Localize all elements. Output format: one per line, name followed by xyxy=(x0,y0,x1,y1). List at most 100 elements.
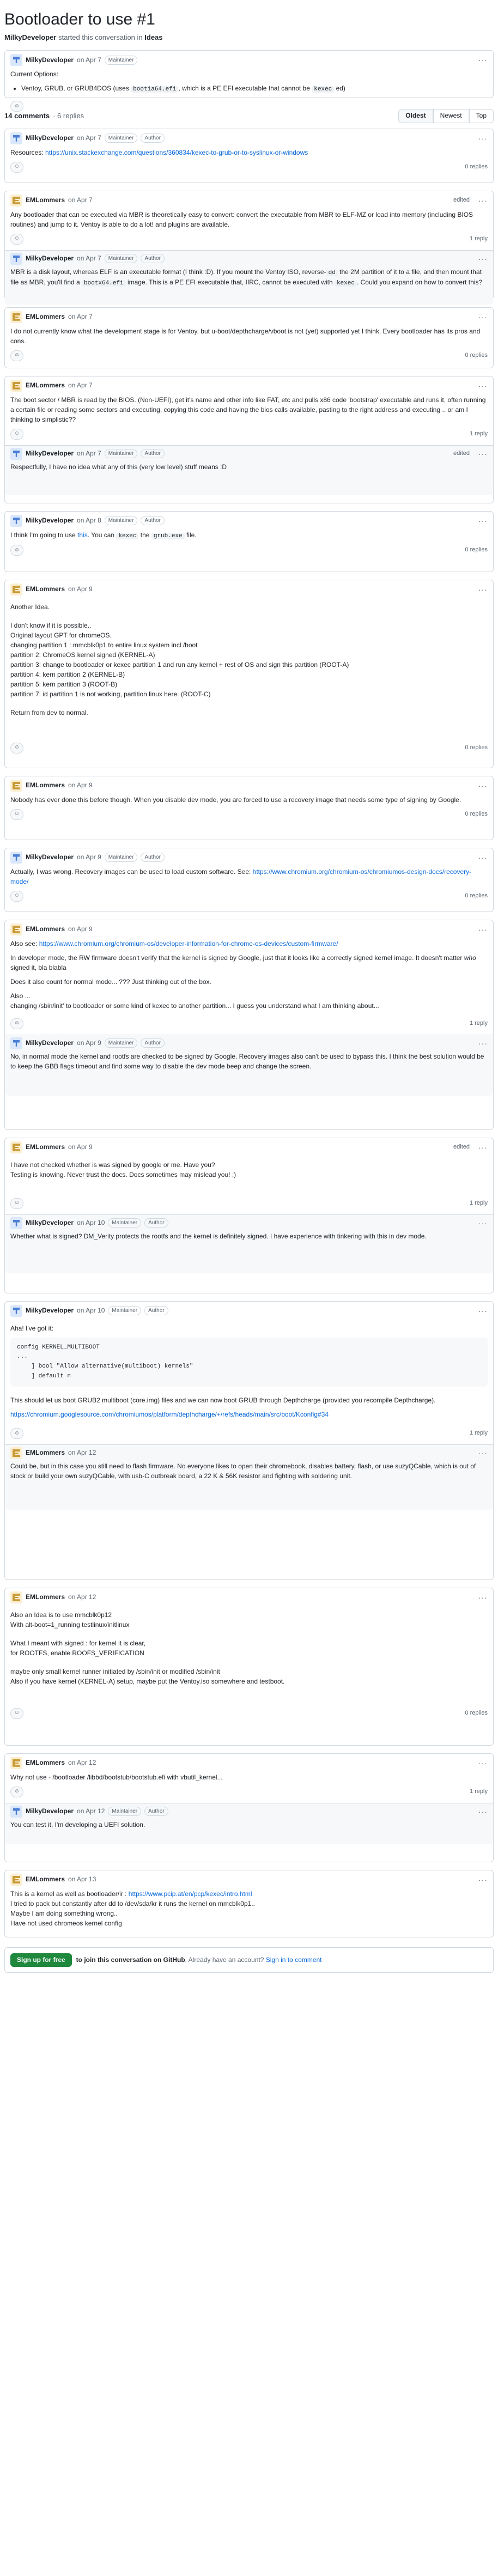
edited-indicator[interactable]: edited xyxy=(453,1143,470,1152)
add-reaction-icon[interactable]: ☺ xyxy=(10,545,23,556)
avatar[interactable] xyxy=(10,1447,22,1460)
avatar[interactable] xyxy=(10,132,22,144)
more-options-icon[interactable]: ··· xyxy=(478,253,488,264)
avatar[interactable] xyxy=(10,1304,22,1317)
comment-date[interactable]: on Apr 7 xyxy=(77,254,101,263)
replies-count[interactable]: 1 reply xyxy=(470,1429,488,1438)
comment-author[interactable]: MilkyDeveloper xyxy=(26,449,74,458)
comment-date[interactable]: on Apr 9 xyxy=(77,853,101,862)
comment-author[interactable]: EMLommers xyxy=(26,196,65,205)
replies-count[interactable]: 0 replies xyxy=(465,546,488,555)
avatar[interactable] xyxy=(10,311,22,323)
avatar[interactable] xyxy=(10,1591,22,1603)
avatar[interactable] xyxy=(10,379,22,392)
sign-up-button[interactable]: Sign up for free xyxy=(10,1953,72,1967)
replies-count[interactable]: 0 replies xyxy=(465,744,488,752)
comment-date[interactable]: on Apr 7 xyxy=(68,381,93,390)
more-options-icon[interactable]: ··· xyxy=(478,1758,488,1769)
more-options-icon[interactable]: ··· xyxy=(478,515,488,526)
avatar[interactable] xyxy=(10,583,22,596)
comment-author[interactable]: MilkyDeveloper xyxy=(26,1218,74,1228)
edited-indicator[interactable]: edited xyxy=(453,449,470,458)
more-options-icon[interactable]: ··· xyxy=(478,312,488,323)
avatar[interactable] xyxy=(10,779,22,792)
add-reaction-icon[interactable]: ☺ xyxy=(10,1428,23,1439)
more-options-icon[interactable]: ··· xyxy=(478,584,488,595)
comment-date[interactable]: on Apr 9 xyxy=(68,925,93,934)
more-options-icon[interactable]: ··· xyxy=(478,54,488,65)
comment-date[interactable]: on Apr 10 xyxy=(77,1218,105,1228)
comment-date[interactable]: on Apr 7 xyxy=(77,449,101,458)
comment-author[interactable]: EMLommers xyxy=(26,381,65,390)
comment-date[interactable]: on Apr 7 xyxy=(68,312,93,321)
more-options-icon[interactable]: ··· xyxy=(478,1038,488,1049)
sign-in-link[interactable]: Sign in to comment xyxy=(266,1956,322,1964)
comment-date[interactable]: on Apr 7 xyxy=(77,133,101,143)
comment-date[interactable]: on Apr 13 xyxy=(68,1875,96,1884)
comment-author[interactable]: EMLommers xyxy=(26,1448,65,1457)
more-options-icon[interactable]: ··· xyxy=(478,1218,488,1229)
comment-date[interactable]: on Apr 7 xyxy=(68,196,93,205)
comment-author[interactable]: MilkyDeveloper xyxy=(26,1807,74,1816)
kconfig-link[interactable]: https://chromium.googlesource.com/chromi… xyxy=(10,1411,329,1418)
comment-author[interactable]: MilkyDeveloper xyxy=(26,56,74,65)
comment-date[interactable]: on Apr 9 xyxy=(68,781,93,790)
replies-count[interactable]: 0 replies xyxy=(465,351,488,360)
add-reaction-icon[interactable]: ☺ xyxy=(10,350,23,361)
more-options-icon[interactable]: ··· xyxy=(478,1448,488,1459)
avatar[interactable] xyxy=(10,1805,22,1818)
avatar[interactable] xyxy=(10,923,22,935)
add-reaction-icon[interactable]: ☺ xyxy=(10,1708,23,1719)
more-options-icon[interactable]: ··· xyxy=(478,1305,488,1316)
avatar[interactable] xyxy=(10,1873,22,1886)
add-reaction-icon[interactable]: ☺ xyxy=(10,1198,23,1209)
comment-date[interactable]: on Apr 9 xyxy=(68,1143,93,1152)
comment-date[interactable]: on Apr 12 xyxy=(68,1593,96,1602)
add-reaction-icon[interactable]: ☺ xyxy=(10,742,23,754)
avatar[interactable] xyxy=(10,514,22,527)
replies-count[interactable]: 1 reply xyxy=(470,430,488,439)
comment-date[interactable]: on Apr 9 xyxy=(77,1038,101,1048)
add-reaction-icon[interactable]: ☺ xyxy=(10,428,23,440)
resource-link[interactable]: https://unix.stackexchange.com/questions… xyxy=(45,149,308,156)
add-reaction-icon[interactable]: ☺ xyxy=(10,100,23,112)
avatar[interactable] xyxy=(10,54,22,66)
edited-indicator[interactable]: edited xyxy=(453,196,470,205)
comment-date[interactable]: on Apr 12 xyxy=(68,1758,96,1767)
add-reaction-icon[interactable]: ☺ xyxy=(10,233,23,245)
comment-author[interactable]: MilkyDeveloper xyxy=(26,853,74,862)
add-reaction-icon[interactable]: ☺ xyxy=(10,1786,23,1797)
comment-author[interactable]: EMLommers xyxy=(26,1758,65,1767)
add-reaction-icon[interactable]: ☺ xyxy=(10,1018,23,1029)
replies-count[interactable]: 0 replies xyxy=(465,163,488,172)
more-options-icon[interactable]: ··· xyxy=(478,133,488,144)
comment-author[interactable]: EMLommers xyxy=(26,925,65,934)
comment-date[interactable]: on Apr 7 xyxy=(77,56,101,65)
replies-count[interactable]: 0 replies xyxy=(465,810,488,819)
replies-count[interactable]: 1 reply xyxy=(470,1019,488,1028)
avatar[interactable] xyxy=(10,252,22,265)
replies-count[interactable]: 1 reply xyxy=(470,1199,488,1208)
avatar[interactable] xyxy=(10,447,22,460)
avatar[interactable] xyxy=(10,851,22,864)
custom-firmware-link[interactable]: https://www.chromium.org/chromium-os/dev… xyxy=(39,940,338,947)
more-options-icon[interactable]: ··· xyxy=(478,852,488,863)
comment-date[interactable]: on Apr 10 xyxy=(77,1306,105,1315)
more-options-icon[interactable]: ··· xyxy=(478,1806,488,1817)
comment-author[interactable]: EMLommers xyxy=(26,781,65,790)
avatar[interactable] xyxy=(10,1141,22,1153)
comment-author[interactable]: EMLommers xyxy=(26,1875,65,1884)
comment-author[interactable]: EMLommers xyxy=(26,1143,65,1152)
avatar[interactable] xyxy=(10,194,22,206)
avatar[interactable] xyxy=(10,1217,22,1229)
starter-user[interactable]: MilkyDeveloper xyxy=(4,33,56,41)
avatar[interactable] xyxy=(10,1757,22,1769)
this-link[interactable]: this xyxy=(77,531,88,539)
more-options-icon[interactable]: ··· xyxy=(478,195,488,206)
replies-count[interactable]: 1 reply xyxy=(470,235,488,244)
more-options-icon[interactable]: ··· xyxy=(478,1592,488,1603)
comment-author[interactable]: MilkyDeveloper xyxy=(26,1306,74,1315)
comment-author[interactable]: MilkyDeveloper xyxy=(26,133,74,143)
more-options-icon[interactable]: ··· xyxy=(478,1142,488,1153)
avatar[interactable] xyxy=(10,1037,22,1049)
